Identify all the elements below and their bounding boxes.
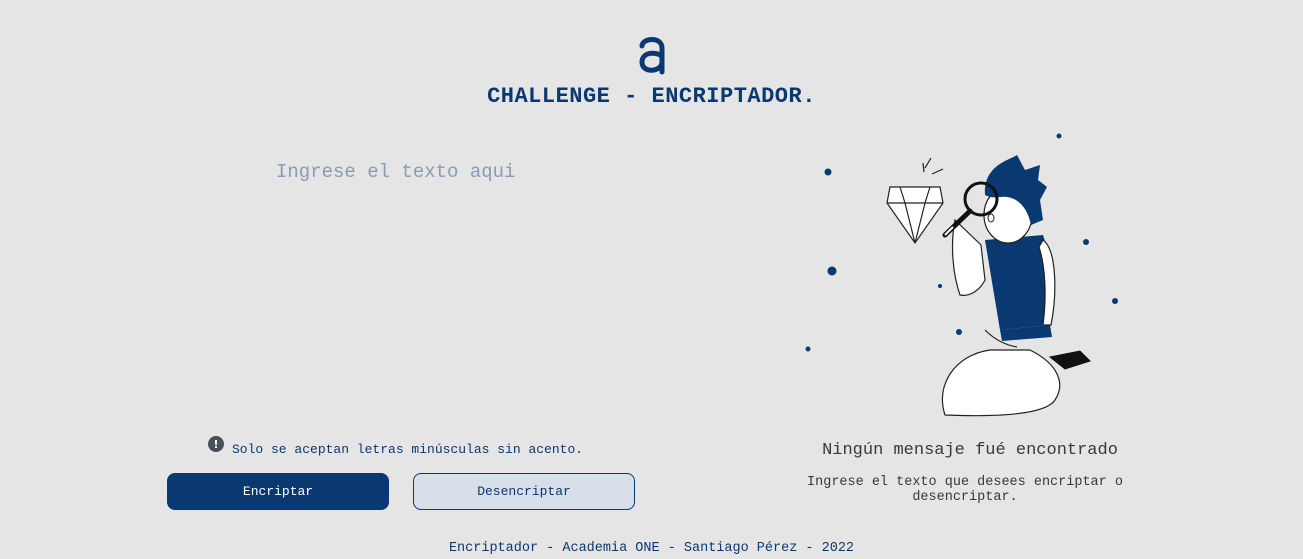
encrypt-button[interactable]: Encriptar — [167, 473, 389, 510]
empty-message-subtitle: Ingrese el texto que desees encriptar o … — [807, 475, 1123, 505]
decrypt-button[interactable]: Desencriptar — [413, 473, 635, 510]
exclamation-circle-icon: ! — [208, 436, 224, 452]
input-warning: ! Solo se aceptan letras minúsculas sin … — [208, 436, 583, 458]
message-input[interactable] — [270, 155, 722, 417]
warning-text: Solo se aceptan letras minúsculas sin ac… — [232, 441, 584, 457]
page-title: CHALLENGE - ENCRIPTADOR. — [487, 84, 816, 109]
alura-logo-icon — [639, 37, 665, 75]
empty-message-title: Ningún mensaje fué encontrado — [822, 441, 1118, 460]
footer-text: Encriptador - Academia ONE - Santiago Pé… — [448, 541, 855, 556]
magnifier-person-illustration — [805, 133, 1118, 417]
page: CHALLENGE - ENCRIPTADOR. ! Solo se acept… — [0, 0, 1303, 559]
